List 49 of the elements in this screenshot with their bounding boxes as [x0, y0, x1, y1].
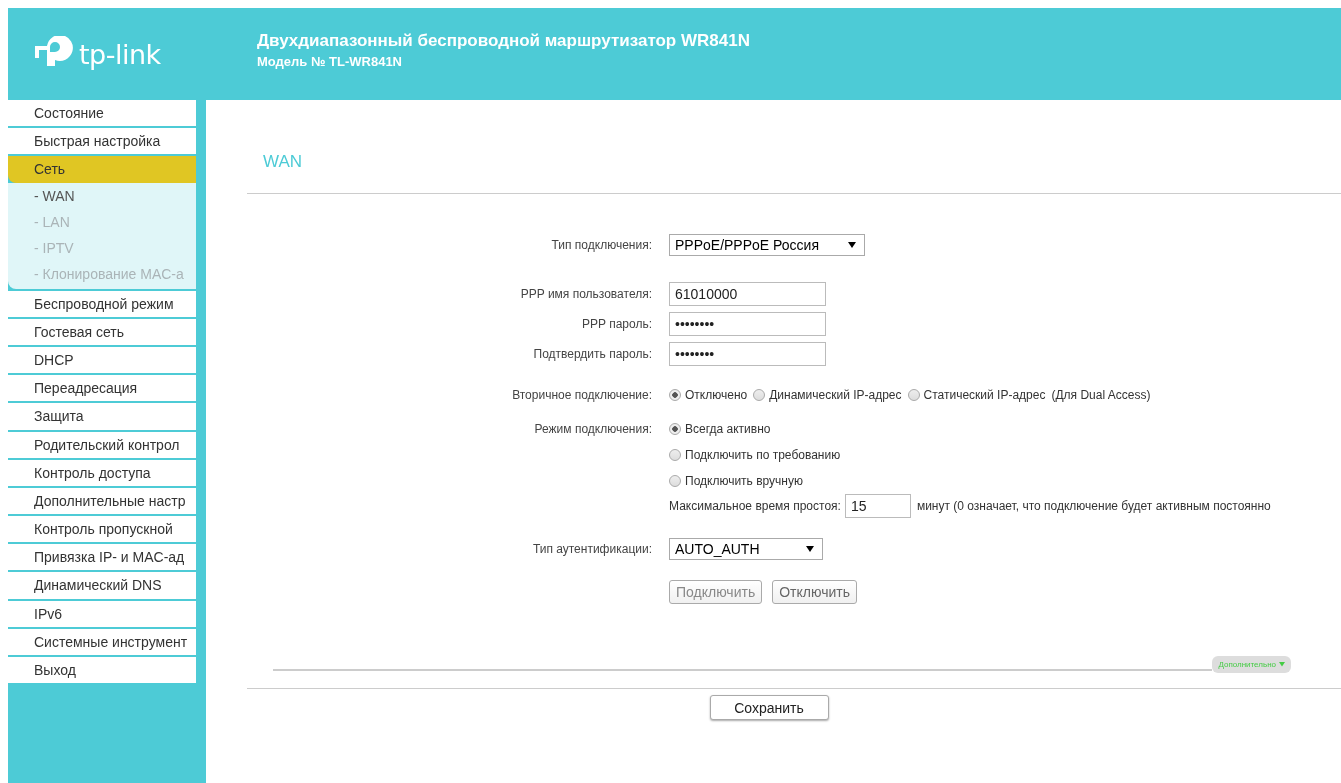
- sidebar-item[interactable]: Дополнительные настр: [8, 487, 196, 515]
- logo-text: tp-link: [79, 38, 161, 70]
- password-field[interactable]: ••••••••: [669, 342, 826, 366]
- disconnect-button[interactable]: Отключить: [772, 580, 857, 604]
- sidebar-item[interactable]: Контроль пропускной: [8, 516, 196, 543]
- field-label: Подтвердить пароль:: [532, 347, 652, 361]
- sidebar-item[interactable]: Быстрая настройка: [8, 128, 196, 155]
- field-label: PPP пароль:: [581, 317, 652, 331]
- sidebar-item[interactable]: Беспроводной режим: [8, 290, 196, 317]
- radio-option[interactable]: Статический IP-адрес: [907, 388, 1046, 402]
- field-label: Тип аутентификации:: [531, 542, 652, 556]
- sidebar-item[interactable]: Привязка IP- и MAC-ад: [8, 544, 196, 571]
- model-number: Модель № TL-WR841N: [257, 54, 403, 69]
- radio-option[interactable]: Всегда активно: [669, 422, 771, 436]
- sidebar-item[interactable]: Гостевая сеть: [8, 318, 196, 345]
- sidebar-item[interactable]: IPv6: [8, 600, 196, 627]
- sidebar-item[interactable]: Сеть: [8, 156, 196, 183]
- auth-type-select[interactable]: AUTO_AUTH: [669, 538, 823, 560]
- sidebar-item[interactable]: DHCP: [8, 346, 196, 374]
- sidebar-item[interactable]: Переадресация: [8, 375, 196, 402]
- caret-icon: [1279, 662, 1285, 667]
- radio-option[interactable]: Подключить вручную: [669, 474, 803, 488]
- sidebar-item[interactable]: Состояние: [8, 100, 196, 127]
- field-label: Вторичное подключение:: [511, 388, 652, 402]
- field-label: PPP имя пользователя:: [519, 287, 652, 301]
- sidebar-item[interactable]: Системные инструмент: [8, 628, 196, 655]
- field-label: Режим подключения:: [533, 422, 652, 436]
- field-note: (Для Dual Access): [1051, 388, 1151, 402]
- password-field[interactable]: ••••••••: [669, 312, 826, 336]
- field-label: Максимальное время простоя:: [669, 499, 841, 513]
- page-title: WAN: [263, 152, 303, 171]
- username-field[interactable]: 61010000: [669, 282, 826, 306]
- sidebar-item[interactable]: Родительский контрол: [8, 431, 196, 458]
- connection-type-select[interactable]: PPPoE/PPPoE Россия: [669, 234, 865, 256]
- field-note: минут (0 означает, что подключение будет активным постоянно: [916, 499, 1271, 513]
- caret-icon: [806, 546, 814, 552]
- submenu-item[interactable]: - WAN: [8, 182, 196, 209]
- caret-icon: [848, 242, 856, 248]
- idle-time-field[interactable]: 15: [844, 494, 911, 518]
- radio-option[interactable]: Динамический IP-адрес: [753, 388, 902, 402]
- sidebar-item[interactable]: Защита: [8, 403, 196, 430]
- save-button[interactable]: Сохранить: [709, 695, 829, 720]
- sidebar-item[interactable]: Динамический DNS: [8, 572, 196, 599]
- sidebar-item[interactable]: Выход: [8, 657, 196, 684]
- sidebar-item[interactable]: Контроль доступа: [8, 459, 196, 486]
- radio-option[interactable]: Отключено: [669, 388, 748, 402]
- router-title: Двухдиапазонный беспроводной маршрутизатор WR841N: [257, 31, 750, 51]
- radio-option[interactable]: Подключить по требованию: [669, 448, 841, 462]
- field-label: Тип подключения:: [550, 238, 652, 252]
